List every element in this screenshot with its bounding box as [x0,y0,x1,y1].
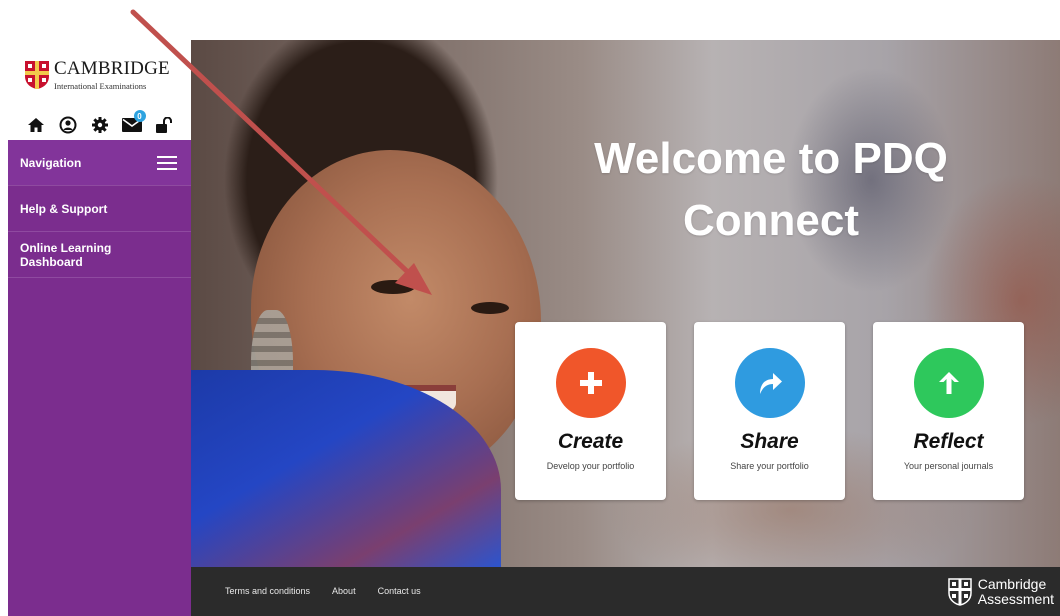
card-title: Reflect [913,430,984,453]
gear-icon [91,117,108,133]
plus-icon [579,372,602,394]
brand-subtitle: International Examinations [54,81,147,91]
logo-line: Assessment [977,591,1054,607]
sidebar: CAMBRIDGE International Examinations 0 N… [8,40,191,616]
hamburger-menu-icon[interactable] [157,155,177,170]
card-subtitle: Share your portfolio [730,461,809,471]
unlock-icon [155,117,172,133]
user-icon [59,116,76,134]
messages-count-badge: 0 [133,110,146,122]
profile-button[interactable] [57,114,79,136]
footer-links: Terms and conditions About Contact us [225,586,421,596]
settings-button[interactable] [89,114,111,136]
hero-photo-eye [371,280,415,294]
messages-button[interactable]: 0 [121,110,146,136]
sidebar-item-help-support[interactable]: Help & Support [8,186,191,232]
sidebar-item-label: Online Learning Dashboard [20,240,112,269]
create-circle [555,348,626,418]
home-button[interactable] [25,114,47,136]
share-arrow-icon [759,373,782,394]
create-card[interactable]: Create Develop your portfolio [515,322,666,500]
cambridge-assessment-logo[interactable]: Cambridge Assessment [948,576,1054,608]
card-subtitle: Your personal journals [903,461,994,471]
cambridge-logo[interactable]: CAMBRIDGE International Examinations [8,40,191,102]
footer-link-contact[interactable]: Contact us [378,586,421,596]
sidebar-item-label: Help & Support [20,201,108,216]
footer: Terms and conditions About Contact us Ca… [191,567,1060,616]
logout-button[interactable] [153,114,175,136]
home-icon [27,118,44,132]
brand-name: CAMBRIDGE [54,58,170,79]
cambridge-assessment-text: Cambridge Assessment [978,577,1054,607]
card-subtitle: Develop your portfolio [546,461,635,471]
hero-title: Welcome to PDQ Connect [551,128,991,252]
cambridge-crest-icon [25,61,49,89]
footer-link-about[interactable]: About [332,586,356,596]
hero-title-line: Connect [683,196,859,245]
hero-photo-eye [471,302,509,314]
cambridge-assessment-shield-icon [948,578,972,606]
hero-title-line: Welcome to PDQ [594,134,948,183]
sidebar-nav: Navigation Help & Support Online Learnin… [8,140,191,616]
reflect-circle [913,348,984,418]
sidebar-item-navigation[interactable]: Navigation [8,140,191,186]
action-cards: Create Develop your portfolio Share Shar… [515,322,1024,500]
share-card[interactable]: Share Share your portfolio [694,322,845,500]
toolbar-icons: 0 [8,110,191,138]
share-circle [734,348,805,418]
hero-banner: Welcome to PDQ Connect Create Develop yo… [191,40,1060,567]
footer-link-terms[interactable]: Terms and conditions [225,586,310,596]
sidebar-item-online-learning-dashboard[interactable]: Online Learning Dashboard [8,232,191,278]
up-arrow-icon [938,372,959,394]
card-title: Create [557,430,624,453]
reflect-card[interactable]: Reflect Your personal journals [873,322,1024,500]
sidebar-item-label: Navigation [20,155,82,170]
card-title: Share [740,430,799,453]
logo-line: Cambridge [977,576,1047,592]
